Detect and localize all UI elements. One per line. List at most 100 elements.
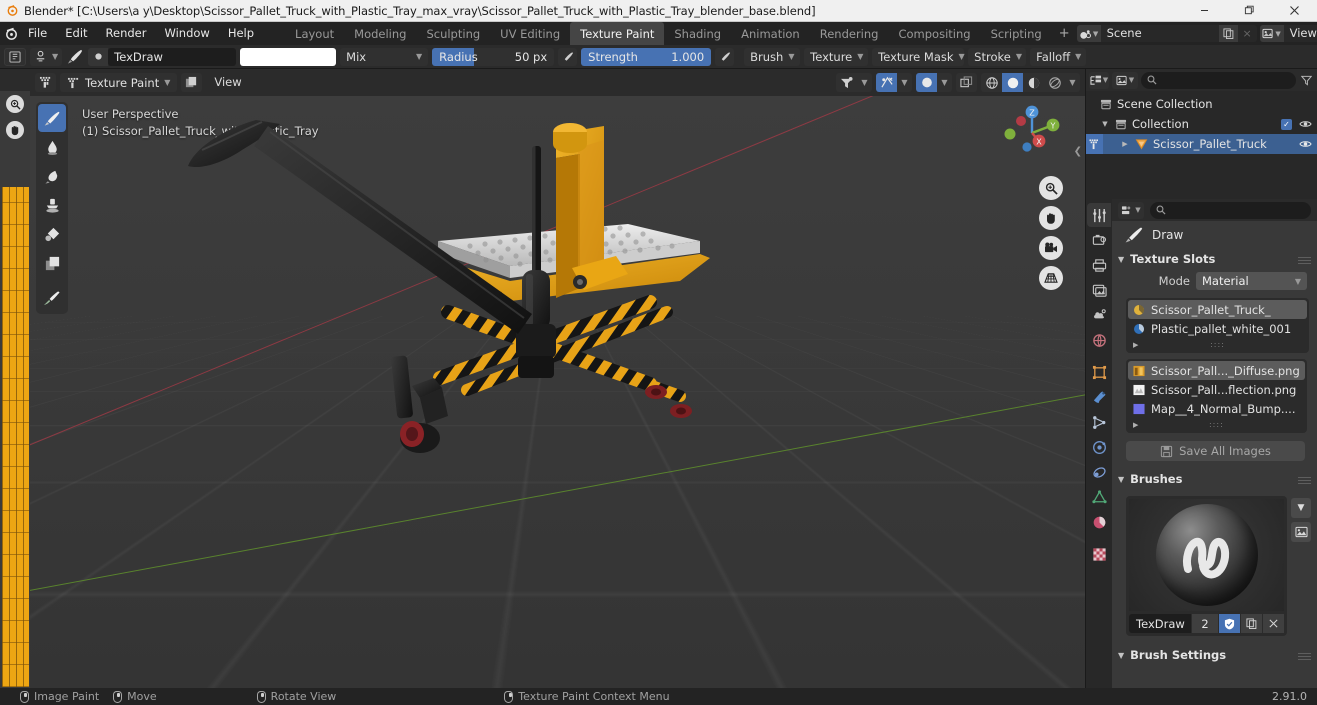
- annotate-tool[interactable]: [38, 284, 66, 312]
- maximize-button[interactable]: [1227, 0, 1272, 22]
- list-item[interactable]: Scissor_Pallet_Truck_: [1128, 300, 1307, 319]
- image-list-footer[interactable]: ▶ ::::: [1128, 418, 1305, 431]
- tab-rendering[interactable]: Rendering: [810, 22, 889, 45]
- wireframe-shading-icon[interactable]: [981, 73, 1002, 92]
- texture-mode-select[interactable]: Material ▼: [1196, 272, 1307, 290]
- remove-scene-button[interactable]: ×: [1238, 25, 1257, 42]
- save-all-images-button[interactable]: Save All Images: [1126, 441, 1305, 461]
- shading-arrow-icon[interactable]: ▼: [1065, 73, 1080, 92]
- tab-modeling[interactable]: Modeling: [344, 22, 416, 45]
- list-item[interactable]: Scissor_Pall...flection.png: [1128, 380, 1305, 399]
- visibility-arrow-icon[interactable]: ▼: [857, 73, 872, 92]
- visibility-popover[interactable]: ▼: [836, 73, 872, 92]
- minimize-button[interactable]: [1182, 0, 1227, 22]
- menu-help[interactable]: Help: [219, 22, 263, 45]
- object-data-tab[interactable]: [1087, 485, 1111, 509]
- scene-selector[interactable]: ▼ Scene ×: [1077, 25, 1257, 42]
- output-tab[interactable]: [1087, 253, 1111, 277]
- view-layer-tab[interactable]: [1087, 278, 1111, 302]
- sidebar-collapse-arrow-icon[interactable]: ❮: [1074, 146, 1082, 157]
- outliner-row-scissor-pallet-truck[interactable]: ▶ Scissor_Pallet_Truck: [1086, 134, 1317, 154]
- scene-name[interactable]: Scene: [1101, 25, 1219, 42]
- menu-file[interactable]: File: [19, 22, 56, 45]
- view-layer-selector[interactable]: ▼ View Layer ×: [1260, 25, 1317, 42]
- fill-tool[interactable]: [38, 220, 66, 248]
- tab-uv-editing[interactable]: UV Editing: [490, 22, 570, 45]
- unlink-brush-button[interactable]: [1263, 614, 1284, 633]
- brush-users-count[interactable]: 2: [1192, 614, 1218, 633]
- eye-icon[interactable]: [1299, 139, 1312, 149]
- tool-settings-editor-icon[interactable]: [4, 48, 26, 66]
- tab-shading[interactable]: Shading: [664, 22, 731, 45]
- editor-type-icon[interactable]: [35, 73, 56, 92]
- resize-grip-icon[interactable]: ::::: [1210, 340, 1225, 349]
- collection-enable-checkbox[interactable]: ✓: [1281, 119, 1292, 130]
- view-layer-name[interactable]: View Layer: [1284, 25, 1317, 42]
- draw-tool[interactable]: [38, 104, 66, 132]
- fake-user-toggle[interactable]: [1219, 614, 1240, 633]
- add-workspace-button[interactable]: +: [1052, 22, 1077, 45]
- brush-datablock-name[interactable]: TexDraw: [1129, 614, 1191, 633]
- tab-scripting[interactable]: Scripting: [981, 22, 1052, 45]
- list-item[interactable]: Map__4_Normal_Bump....: [1128, 399, 1305, 418]
- texture-mask-popover[interactable]: Texture Mask ▼: [872, 48, 964, 66]
- xray-arrow-icon[interactable]: ▼: [937, 73, 952, 92]
- strength-pressure-toggle[interactable]: [715, 48, 734, 66]
- view-menu[interactable]: View: [206, 73, 249, 92]
- texture-popover[interactable]: Texture ▼: [804, 48, 868, 66]
- new-scene-button[interactable]: [1219, 25, 1238, 42]
- mask-tool[interactable]: [38, 249, 66, 277]
- brush-color-swatch[interactable]: [240, 48, 336, 66]
- chevron-down-icon[interactable]: ▼: [1118, 651, 1124, 660]
- resize-grip-icon[interactable]: ::::: [1209, 420, 1224, 429]
- shading-modes[interactable]: ▼: [981, 73, 1080, 92]
- rendered-shading-icon[interactable]: [1044, 73, 1065, 92]
- tab-compositing[interactable]: Compositing: [888, 22, 980, 45]
- outliner-search-input[interactable]: [1141, 72, 1296, 89]
- tab-texture-paint[interactable]: Texture Paint: [570, 22, 664, 45]
- material-tab[interactable]: [1087, 510, 1111, 534]
- constraints-tab[interactable]: [1087, 460, 1111, 484]
- object-tab[interactable]: [1087, 360, 1111, 384]
- tool-tab[interactable]: [1087, 203, 1111, 227]
- material-list-footer[interactable]: ▶ ::::: [1128, 338, 1307, 351]
- menu-edit[interactable]: Edit: [56, 22, 96, 45]
- brush-preview-display-button[interactable]: [1291, 522, 1311, 542]
- xray-shading-popover[interactable]: ▼: [916, 73, 952, 92]
- particles-tab[interactable]: [1087, 410, 1111, 434]
- toggle-xray-icon[interactable]: [956, 73, 977, 92]
- close-button[interactable]: [1272, 0, 1317, 22]
- toggle-xray-button[interactable]: [956, 73, 977, 92]
- smear-tool[interactable]: [38, 162, 66, 190]
- properties-search-input[interactable]: [1150, 202, 1311, 219]
- stroke-popover[interactable]: Stroke ▼: [968, 48, 1026, 66]
- brushes-panel-header[interactable]: ▼ Brushes: [1112, 468, 1317, 490]
- menu-window[interactable]: Window: [155, 22, 218, 45]
- menu-render[interactable]: Render: [97, 22, 156, 45]
- outliner-row-collection[interactable]: ▼ Collection ✓: [1086, 114, 1317, 134]
- eye-icon[interactable]: [1299, 119, 1312, 129]
- brush-preview-box[interactable]: TexDraw 2: [1126, 496, 1287, 636]
- chevron-down-icon[interactable]: ▼: [1118, 255, 1124, 264]
- overlays-icon[interactable]: [876, 73, 897, 92]
- move-view-hand-icon[interactable]: [1039, 206, 1063, 230]
- brush-preset-group[interactable]: ▼: [30, 48, 62, 66]
- soften-tool[interactable]: [38, 133, 66, 161]
- paint-mask-icon[interactable]: [181, 73, 202, 92]
- world-tab[interactable]: [1087, 328, 1111, 352]
- texture-slots-panel-header[interactable]: ▼ Texture Slots: [1112, 248, 1317, 270]
- image-editor-canvas[interactable]: [0, 69, 30, 688]
- navigation-gizmo[interactable]: Z Y X: [1001, 102, 1063, 164]
- list-item[interactable]: Scissor_Pall..._Diffuse.png: [1128, 361, 1305, 380]
- overlays-arrow-icon[interactable]: ▼: [897, 73, 912, 92]
- viewport-3d[interactable]: User Perspective (1) Scissor_Pallet_Truc…: [30, 96, 1085, 688]
- outliner-display-mode-icon[interactable]: ▼: [1112, 72, 1138, 89]
- chevron-down-icon[interactable]: ▼: [1118, 475, 1124, 484]
- zoom-icon[interactable]: [6, 95, 24, 113]
- material-shading-icon[interactable]: [1023, 73, 1044, 92]
- zoom-view-icon[interactable]: [1039, 176, 1063, 200]
- tab-sculpting[interactable]: Sculpting: [416, 22, 490, 45]
- chevron-right-icon[interactable]: ▶: [1133, 341, 1138, 349]
- toggle-perspective-icon[interactable]: [1039, 266, 1063, 290]
- visibility-icon[interactable]: [836, 73, 857, 92]
